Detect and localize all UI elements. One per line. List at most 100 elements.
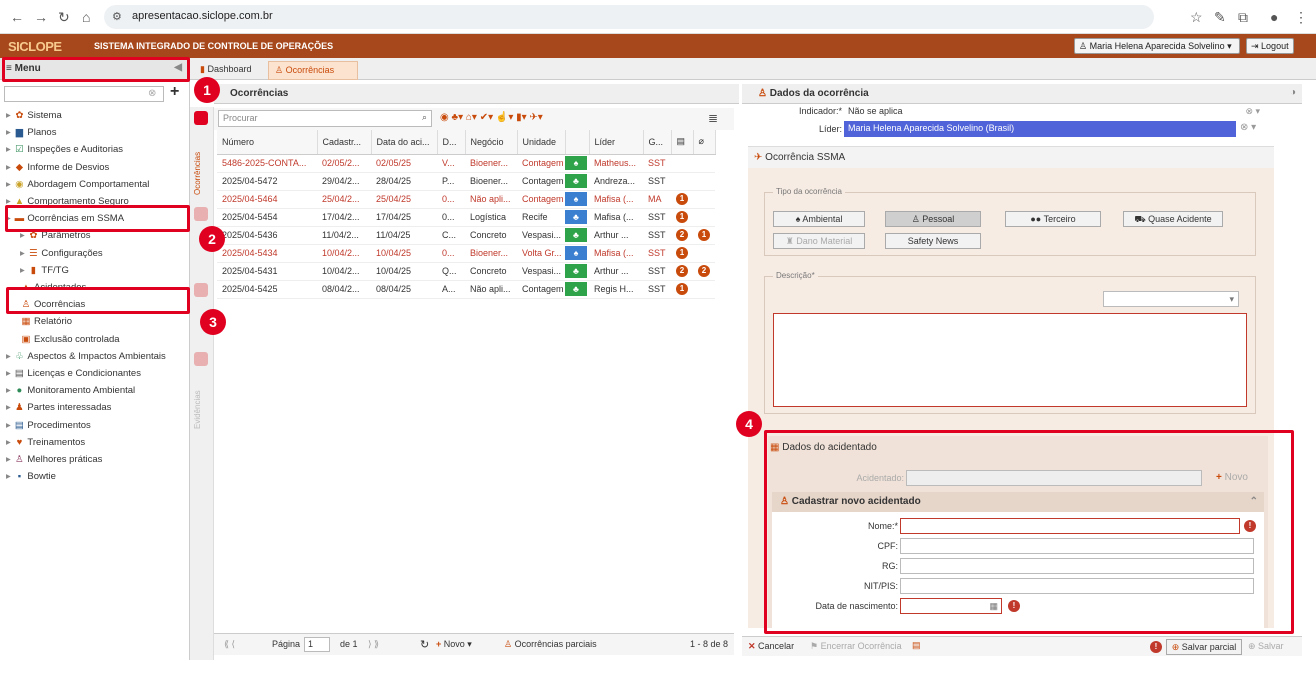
grid-search-input[interactable]: Procurar ⌕ <box>218 110 432 127</box>
sidebar-item-tf-tg[interactable]: ▸ ▮ TF/TG <box>20 265 69 276</box>
column-header[interactable] <box>565 130 590 155</box>
sidebar-item-ocorr-ncias-em-ssma[interactable]: ▸ ▬ Ocorrências em SSMA <box>6 213 124 224</box>
descricao-format-select[interactable]: ▾ <box>1103 291 1239 307</box>
user-menu-button[interactable]: ♙ Maria Helena Aparecida Solvelino ▾ <box>1074 38 1240 54</box>
refresh-icon[interactable]: ↻ <box>420 638 429 651</box>
columns-menu-icon[interactable]: ≣ <box>708 111 718 125</box>
count-badge[interactable]: 2 <box>676 265 688 277</box>
salvar-button[interactable]: ⊕ Salvar <box>1248 641 1284 652</box>
pager-first-prev-icons[interactable]: ⟪ ⟨ <box>224 639 235 650</box>
table-row[interactable]: 2025/04-5454 17/04/2... 17/04/25 0... Logíst… <box>217 208 715 227</box>
encerrar-button[interactable]: ⚑ Encerrar Ocorrência <box>810 641 902 652</box>
sidebar-item-treinamentos[interactable]: ▸ ♥ Treinamentos <box>6 437 85 448</box>
sidebar-item-bowtie[interactable]: ▸ ▪ Bowtie <box>6 471 56 482</box>
tipo-pessoal-button[interactable]: ♙ Pessoal <box>885 211 981 227</box>
table-row[interactable]: 2025/04-5431 10/04/2... 10/04/25 Q... Concre… <box>217 262 715 281</box>
calendar-icon[interactable]: ▦ <box>989 601 998 612</box>
rg-input[interactable] <box>900 558 1254 574</box>
column-header[interactable]: Líder <box>589 130 644 155</box>
sidebar-item-comportamento-seguro[interactable]: ▸ ▲ Comportamento Seguro <box>6 196 129 207</box>
expand-arrow-icon[interactable]: ▸ <box>6 437 13 448</box>
tab-ocorrencias[interactable]: ♙ Ocorrências <box>268 61 358 80</box>
paperclip-icon[interactable]: ⌀ <box>693 130 716 155</box>
sidebar-item-partes-interessadas[interactable]: ▸ ♟ Partes interessadas <box>6 402 111 413</box>
sidebar-item-planos[interactable]: ▸ ▆ Planos <box>6 127 56 138</box>
browser-menu-icon[interactable]: ⋮ <box>1294 9 1308 26</box>
page-input[interactable]: 1 <box>304 637 330 652</box>
nit-pis-input[interactable] <box>900 578 1254 594</box>
tipo-terceiro-button[interactable]: ●● Terceiro <box>1005 211 1101 227</box>
expand-arrow-icon[interactable]: ▸ <box>20 265 27 276</box>
expand-arrow-icon[interactable]: ▸ <box>6 420 13 431</box>
expand-arrow-icon[interactable]: ▸ <box>6 110 13 121</box>
expand-arrow-icon[interactable]: ▸ <box>6 471 13 482</box>
sidebar-item-informe-de-desvios[interactable]: ▸ ◆ Informe de Desvios <box>6 162 109 173</box>
pager-next-last-icons[interactable]: ⟩ ⟫ <box>368 639 379 650</box>
collapse-icon[interactable]: ⌃ <box>1250 496 1258 507</box>
ocorrencias-vtab-icon[interactable] <box>194 111 208 125</box>
sidebar-item-configura-es[interactable]: ▸ ☰ Configurações <box>20 248 103 259</box>
sidebar-item-relat-rio[interactable]: ▦ Relatório <box>20 316 73 327</box>
expand-arrow-icon[interactable]: ▸ <box>6 179 13 190</box>
sidebar-item-ocorr-ncias[interactable]: ♙ Ocorrências <box>20 299 85 310</box>
tipo-safety-news-button[interactable]: Safety News <box>885 233 981 249</box>
sidebar-item-acidentados[interactable]: ▲ Acidentados <box>20 282 86 293</box>
extensions-icon[interactable]: ⧉ <box>1238 9 1248 26</box>
indicador-select[interactable]: Não se aplica ⊗ ▾ <box>844 104 1264 120</box>
vtab-ocorrencias[interactable]: Ocorrências <box>193 135 211 195</box>
cancelar-button[interactable]: ✕ Cancelar <box>748 641 794 652</box>
profile-avatar[interactable]: ● <box>1270 9 1278 25</box>
forward-icon[interactable]: → <box>34 9 48 25</box>
column-header[interactable]: Unidade <box>517 130 566 155</box>
data-nascimento-input[interactable]: ▦ <box>900 598 1002 614</box>
count-badge[interactable]: 2 <box>698 265 710 277</box>
tipo-quase-acidente-button[interactable]: ⛟ Quase Acidente <box>1123 211 1223 227</box>
collapse-icon[interactable]: ◑ <box>1290 87 1296 98</box>
expand-arrow-icon[interactable]: ▸ <box>20 230 27 241</box>
count-badge[interactable]: 1 <box>676 247 688 259</box>
count-badge[interactable]: 1 <box>698 229 710 241</box>
ocorrencias-parciais-button[interactable]: ♙ Ocorrências parciais <box>504 639 597 650</box>
table-row[interactable]: 2025/04-5472 29/04/2... 28/04/25 P... Bioene… <box>217 172 715 191</box>
reload-icon[interactable]: ↻ <box>58 9 70 26</box>
count-badge[interactable]: 1 <box>676 283 688 295</box>
vtab-evidencias[interactable]: Evidências <box>193 369 211 429</box>
clear-search-icon[interactable]: ⊗ <box>148 88 156 99</box>
search-icon[interactable]: ⌕ <box>422 112 427 123</box>
column-header[interactable]: Cadastr... <box>317 130 372 155</box>
sidebar-item-monitoramento-ambiental[interactable]: ▸ ● Monitoramento Ambiental <box>6 385 135 396</box>
tipo-ambiental-button[interactable]: ♠ Ambiental <box>773 211 865 227</box>
column-header[interactable]: Negócio <box>465 130 518 155</box>
table-row[interactable]: 2025/04-5425 08/04/2... 08/04/25 A... Não ap… <box>217 280 715 299</box>
expand-arrow-icon[interactable]: ▸ <box>6 351 13 362</box>
filter-icons[interactable]: ◉ ♣▾ ⌂▾ ✔▾ ☝▾ ▮▾ ✈▾ <box>440 112 543 123</box>
sidebar-item-aspectos-impactos-ambientais[interactable]: ▸ ♧ Aspectos & Impactos Ambientais <box>6 351 166 362</box>
home-icon[interactable]: ⌂ <box>82 9 90 25</box>
lider-clear-icon[interactable]: ⊗ ▾ <box>1240 122 1256 133</box>
sidebar-item-abordagem-comportamental[interactable]: ▸ ◉ Abordagem Comportamental <box>6 179 149 190</box>
count-badge[interactable]: 2 <box>676 229 688 241</box>
descricao-textarea[interactable] <box>773 313 1247 407</box>
lider-select[interactable]: Maria Helena Aparecida Solvelino (Brasil… <box>844 121 1236 137</box>
tipo-dano-material-button[interactable]: ♜ Dano Material <box>773 233 865 249</box>
sidebar-item-procedimentos[interactable]: ▸ ▤ Procedimentos <box>6 420 91 431</box>
bookmark-star-icon[interactable]: ☆ <box>1190 9 1203 26</box>
acidentado-novo-button[interactable]: + Novo <box>1216 472 1248 483</box>
sidebar-item-inspe-es-e-auditorias[interactable]: ▸ ☑ Inspeções e Auditorias <box>6 144 123 155</box>
expand-arrow-icon[interactable]: ▸ <box>6 127 13 138</box>
clipboard-icon[interactable]: ▤ <box>671 130 694 155</box>
sidebar-item-melhores-pr-ticas[interactable]: ▸ ♙ Melhores práticas <box>6 454 102 465</box>
document-icon[interactable]: ▤ <box>912 640 921 651</box>
collapse-menu-icon[interactable]: ◀ <box>174 62 182 73</box>
expand-arrow-icon[interactable]: ▸ <box>6 213 13 224</box>
expand-arrow-icon[interactable]: ▸ <box>20 248 27 259</box>
menu-header[interactable]: ≡ Menu ◀ <box>0 58 190 80</box>
pen-icon[interactable]: ✎ <box>1214 9 1226 26</box>
vtab-icon-2[interactable] <box>194 207 208 221</box>
cpf-input[interactable] <box>900 538 1254 554</box>
add-icon[interactable]: + <box>170 83 179 101</box>
table-row[interactable]: 2025/04-5436 11/04/2... 11/04/25 C... Concre… <box>217 226 715 245</box>
table-row[interactable]: 5486-2025-CONTA... 02/05/2... 02/05/25 V...… <box>217 154 715 173</box>
expand-arrow-icon[interactable]: ▸ <box>6 196 13 207</box>
acidentado-select[interactable] <box>906 470 1202 486</box>
